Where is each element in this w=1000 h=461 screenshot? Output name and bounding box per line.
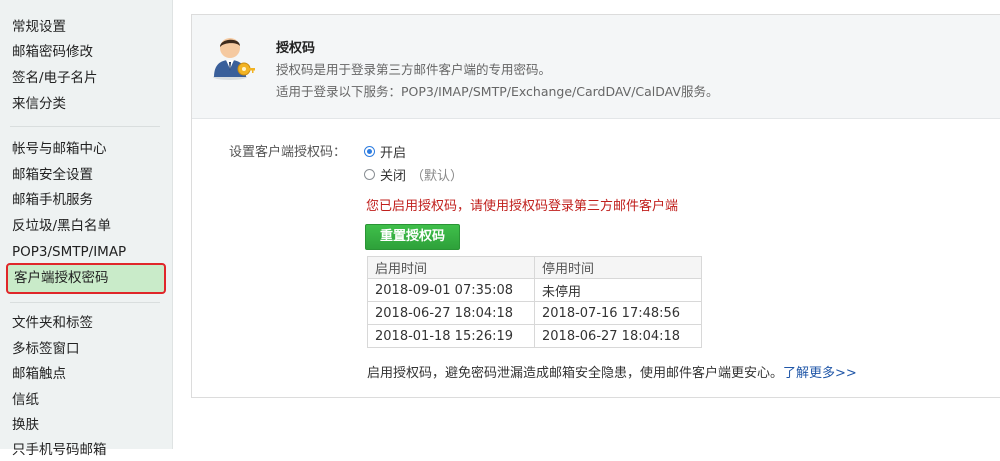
sidebar-item-signature[interactable]: 签名/电子名片 bbox=[12, 67, 98, 89]
table-header-row: 启用时间 停用时间 bbox=[367, 256, 702, 279]
sidebar-item-touch[interactable]: 邮箱触点 bbox=[12, 363, 66, 385]
radio-checked-icon[interactable] bbox=[364, 146, 375, 157]
sidebar-item-stationery[interactable]: 信纸 bbox=[12, 389, 39, 411]
radio-option-on[interactable]: 开启 bbox=[364, 142, 406, 161]
sidebar-item-account[interactable]: 帐号与邮箱中心 bbox=[12, 138, 107, 160]
auth-code-setting-label: 设置客户端授权码： bbox=[229, 145, 347, 160]
auth-code-history-table: 启用时间 停用时间 2018-09-01 07:35:08 未停用 2018-0… bbox=[367, 256, 702, 348]
footer-note: 启用授权码，避免密码泄漏造成邮箱安全隐患，使用邮件客户端更安心。了解更多>> bbox=[367, 362, 857, 381]
sidebar-item-skin[interactable]: 换肤 bbox=[12, 414, 39, 436]
table-row: 2018-06-27 18:04:18 2018-07-16 17:48:56 bbox=[367, 301, 702, 325]
enabled-time-cell: 2018-09-01 07:35:08 bbox=[367, 278, 535, 302]
sidebar-item-client-auth[interactable]: 客户端授权密码 bbox=[6, 263, 166, 294]
user-key-icon bbox=[213, 38, 255, 80]
section-services: 适用于登录以下服务：POP3/IMAP/SMTP/Exchange/CardDA… bbox=[276, 84, 719, 99]
enabled-time-cell: 2018-01-18 15:26:19 bbox=[367, 324, 535, 348]
sidebar-item-tabs[interactable]: 多标签窗口 bbox=[12, 338, 80, 360]
sidebar-item-spam[interactable]: 反垃圾/黑白名单 bbox=[12, 215, 111, 237]
sidebar-item-folders[interactable]: 文件夹和标签 bbox=[12, 312, 93, 334]
footer-text: 启用授权码，避免密码泄漏造成邮箱安全隐患，使用邮件客户端更安心。 bbox=[367, 366, 784, 381]
column-enabled-time: 启用时间 bbox=[367, 256, 535, 279]
enabled-notice: 您已启用授权码，请使用授权码登录第三方邮件客户端 bbox=[366, 199, 679, 214]
sidebar-item-password[interactable]: 邮箱密码修改 bbox=[12, 41, 93, 63]
section-title: 授权码 bbox=[276, 41, 316, 56]
reset-auth-code-button[interactable]: 重置授权码 bbox=[365, 224, 460, 250]
radio-option-off[interactable]: 关闭 （默认） bbox=[364, 165, 463, 184]
disabled-time-cell: 2018-07-16 17:48:56 bbox=[534, 301, 702, 325]
enabled-time-cell: 2018-06-27 18:04:18 bbox=[367, 301, 535, 325]
radio-unchecked-icon[interactable] bbox=[364, 169, 375, 180]
table-row: 2018-01-18 15:26:19 2018-06-27 18:04:18 bbox=[367, 324, 702, 348]
column-disabled-time: 停用时间 bbox=[534, 256, 702, 279]
auth-code-panel: 授权码 授权码是用于登录第三方邮件客户端的专用密码。 适用于登录以下服务：POP… bbox=[191, 14, 1000, 398]
radio-off-hint: （默认） bbox=[411, 169, 464, 184]
sidebar-item-pop3[interactable]: POP3/SMTP/IMAP bbox=[12, 241, 126, 263]
learn-more-link[interactable]: 了解更多>> bbox=[783, 366, 857, 381]
sidebar-item-general[interactable]: 常规设置 bbox=[12, 16, 66, 38]
sidebar-item-phone-mailbox[interactable]: 只手机号码邮箱 bbox=[12, 439, 107, 461]
settings-sidebar: 常规设置 邮箱密码修改 签名/电子名片 来信分类 帐号与邮箱中心 邮箱安全设置 … bbox=[0, 0, 173, 458]
table-row: 2018-09-01 07:35:08 未停用 bbox=[367, 278, 702, 302]
radio-on-label: 开启 bbox=[380, 146, 407, 161]
radio-off-label: 关闭 bbox=[380, 169, 407, 184]
sidebar-item-security[interactable]: 邮箱安全设置 bbox=[12, 164, 93, 186]
sidebar-divider bbox=[10, 302, 160, 303]
sidebar-divider bbox=[10, 126, 160, 127]
sidebar-item-mobile[interactable]: 邮箱手机服务 bbox=[12, 189, 93, 211]
disabled-time-cell: 未停用 bbox=[534, 278, 702, 302]
auth-code-header: 授权码 授权码是用于登录第三方邮件客户端的专用密码。 适用于登录以下服务：POP… bbox=[192, 15, 1000, 119]
section-description: 授权码是用于登录第三方邮件客户端的专用密码。 bbox=[276, 62, 552, 77]
disabled-time-cell: 2018-06-27 18:04:18 bbox=[534, 324, 702, 348]
sidebar-item-mail-rules[interactable]: 来信分类 bbox=[12, 93, 66, 115]
